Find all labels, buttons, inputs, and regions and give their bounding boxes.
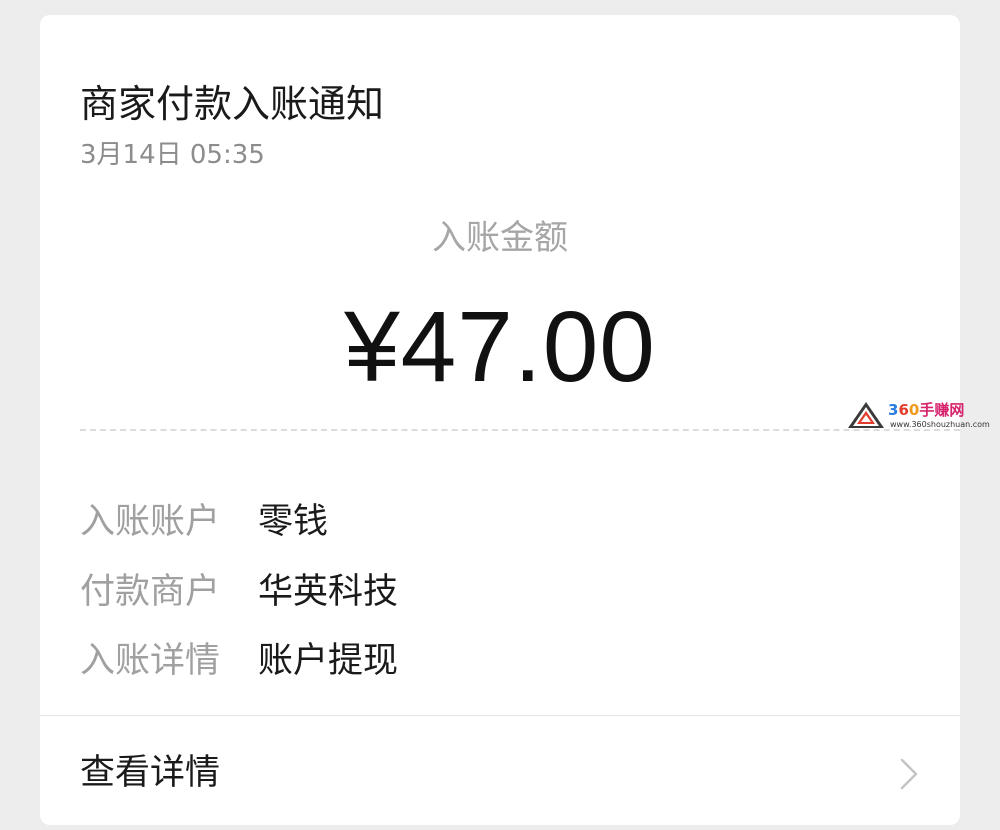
detail-key: 入账详情: [80, 640, 221, 681]
notification-title: 商家付款入账通知: [80, 82, 385, 126]
amount-label: 入账金额: [432, 218, 568, 258]
detail-row-account: 入账账户 零钱: [80, 493, 328, 543]
notification-timestamp: 3月14日 05:35: [80, 140, 265, 170]
dashed-divider: [80, 429, 960, 431]
detail-row-merchant: 付款商户 华英科技: [80, 563, 398, 613]
detail-key: 入账账户: [80, 501, 221, 542]
watermark: 360手赚网 www.360shouzhuan.com: [848, 400, 996, 434]
chevron-right-icon: [900, 758, 918, 790]
payment-notification-card: 商家付款入账通知 3月14日 05:35 入账金额 ¥47.00 入账账户 零钱…: [40, 15, 960, 825]
watermark-brand-text: 360手赚网: [888, 401, 965, 419]
detail-row-info: 入账详情 账户提现: [80, 632, 398, 682]
watermark-url-text: www.360shouzhuan.com: [890, 420, 990, 429]
amount-value: ¥47.00: [344, 291, 656, 403]
view-details-label: 查看详情: [80, 753, 221, 793]
detail-value: 账户提现: [258, 640, 399, 681]
detail-value: 零钱: [258, 501, 329, 542]
triangle-logo-icon: [848, 402, 884, 428]
view-details-button[interactable]: 查看详情: [40, 716, 960, 825]
detail-key: 付款商户: [80, 571, 221, 612]
detail-value: 华英科技: [258, 571, 399, 612]
